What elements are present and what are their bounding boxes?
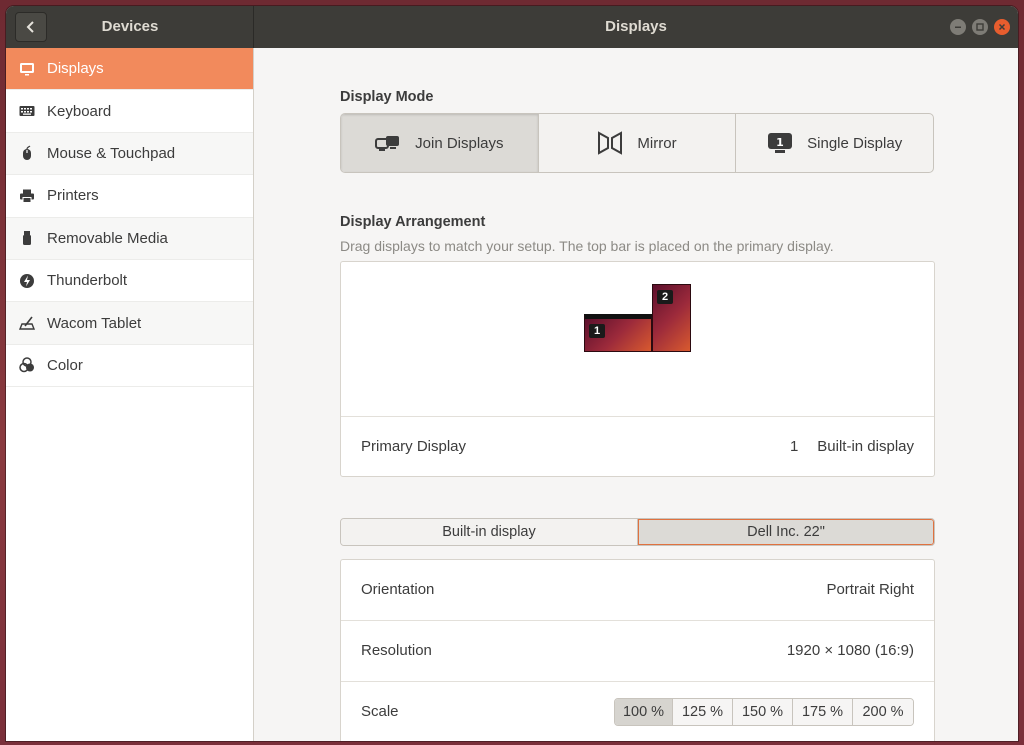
sidebar-header: Devices [6,6,254,48]
maximize-button[interactable] [972,19,988,35]
sidebar-item-label: Removable Media [47,229,168,247]
sidebar-item-displays[interactable]: Displays [6,48,253,91]
keyboard-icon [19,103,35,119]
minimize-button[interactable] [950,19,966,35]
tab-built-in-display[interactable]: Built-in display [341,519,638,545]
sidebar-item-color[interactable]: Color [6,345,253,388]
display-icon [19,61,35,77]
maximize-icon [976,23,984,31]
mirror-button[interactable]: Mirror [539,114,737,172]
scale-label: Scale [361,703,399,720]
orientation-label: Orientation [361,581,435,598]
join-displays-label: Join Displays [415,134,504,152]
scale-option-175[interactable]: 175 % [793,699,853,725]
join-displays-icon [375,136,400,151]
display-mode-selector: Join Displays Mirror 1 Single Display [340,113,934,173]
scale-option-125[interactable]: 125 % [673,699,733,725]
scale-option-150[interactable]: 150 % [733,699,793,725]
svg-text:1: 1 [776,136,784,149]
sidebar-item-wacom-tablet[interactable]: Wacom Tablet [6,302,253,345]
main-panel: Display Mode Join Displays Mirror 1 Sing… [254,48,1018,741]
sidebar-item-label: Printers [47,187,99,205]
sidebar-title: Devices [101,18,159,35]
close-icon [998,23,1006,31]
monitor-1-number: 1 [589,324,605,338]
display-mode-heading: Display Mode [340,89,434,105]
sidebar-item-thunderbolt[interactable]: Thunderbolt [6,260,253,303]
sidebar-item-label: Thunderbolt [47,272,128,290]
title-bar: Devices Displays [6,6,1018,48]
primary-display-value: Built-in display [817,438,914,455]
mouse-icon [19,145,35,161]
minimize-icon [955,26,961,28]
scale-option-100[interactable]: 100 % [615,699,673,725]
arrangement-heading: Display Arrangement [340,214,486,230]
sidebar-item-label: Keyboard [47,102,112,120]
resolution-row[interactable]: Resolution 1920 × 1080 (16:9) [341,621,934,682]
display-settings-panel: Orientation Portrait Right Resolution 19… [340,559,935,741]
settings-window: Devices Displays Displays Keyboard Mouse… [6,6,1018,741]
printer-icon [19,188,35,204]
sidebar-item-keyboard[interactable]: Keyboard [6,90,253,133]
resolution-value: 1920 × 1080 (16:9) [786,642,914,659]
mirror-icon [598,131,623,155]
thunderbolt-icon [19,273,35,289]
sidebar-item-label: Wacom Tablet [47,314,142,332]
sidebar-item-label: Color [47,356,83,374]
color-icon [19,357,35,373]
usb-drive-icon [19,230,35,246]
resolution-label: Resolution [361,642,432,659]
close-button[interactable] [994,19,1010,35]
window-title: Displays [605,18,667,35]
tablet-icon [19,315,35,331]
arrangement-description: Drag displays to match your setup. The t… [340,238,834,254]
single-display-icon: 1 [768,133,793,153]
scale-row: Scale 100 % 125 % 150 % 175 % 200 % [341,682,934,741]
arrangement-canvas: 1 2 [341,262,934,417]
single-display-button[interactable]: 1 Single Display [736,114,933,172]
sidebar: Displays Keyboard Mouse & Touchpad Print… [6,48,254,741]
single-display-label: Single Display [807,134,903,152]
sidebar-item-label: Displays [47,60,104,78]
join-displays-button[interactable]: Join Displays [341,114,539,172]
sidebar-item-printers[interactable]: Printers [6,175,253,218]
orientation-row[interactable]: Orientation Portrait Right [341,560,934,621]
monitor-1[interactable]: 1 [584,314,652,352]
tab-dell-display[interactable]: Dell Inc. 22" [638,519,934,545]
orientation-value: Portrait Right [826,581,914,598]
monitor-2-number: 2 [657,290,673,304]
sidebar-item-label: Mouse & Touchpad [47,144,176,162]
primary-display-label: Primary Display [361,438,467,455]
primary-display-row[interactable]: Primary Display 1 Built-in display [341,417,934,476]
display-arrangement-panel: 1 2 Primary Display 1 Built-in display [340,261,935,477]
mirror-label: Mirror [637,134,677,152]
primary-display-number: 1 [790,438,799,455]
display-selector-tabs: Built-in display Dell Inc. 22" [340,518,935,546]
scale-selector: 100 % 125 % 150 % 175 % 200 % [614,698,914,726]
sidebar-item-mouse-touchpad[interactable]: Mouse & Touchpad [6,132,253,176]
scale-option-200[interactable]: 200 % [853,699,913,725]
monitor-2[interactable]: 2 [652,284,691,352]
sidebar-item-removable-media[interactable]: Removable Media [6,217,253,260]
